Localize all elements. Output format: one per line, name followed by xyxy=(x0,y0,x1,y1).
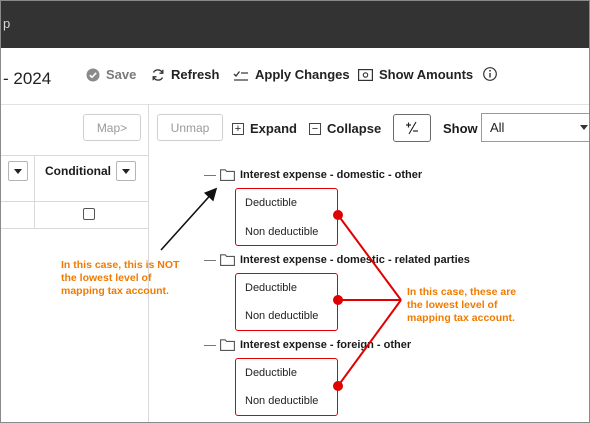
tree-node-label[interactable]: Interest expense - domestic - other xyxy=(240,169,422,181)
window-title: p xyxy=(3,16,11,31)
grid-header-bottom-border xyxy=(1,201,148,202)
show-filter-value: All xyxy=(490,120,505,135)
annotation-line: mapping tax account. xyxy=(407,312,515,324)
show-filter-select[interactable]: All xyxy=(481,113,589,142)
info-button[interactable] xyxy=(483,67,503,81)
show-amounts-label: Show Amounts xyxy=(379,67,474,82)
check-circle-icon xyxy=(86,68,100,81)
toggle-sign-button[interactable] xyxy=(393,114,431,142)
period-title: - 2024 xyxy=(3,69,52,88)
show-filter-label: Show xyxy=(443,121,478,136)
annotation-line: mapping tax account. xyxy=(61,285,169,297)
refresh-icon xyxy=(152,68,164,81)
refresh-label: Refresh xyxy=(171,67,220,82)
title-bar: p xyxy=(1,1,589,48)
tree-leaf-label[interactable]: Non deductible xyxy=(245,310,318,322)
chevron-down-icon xyxy=(580,125,588,130)
tree-connector xyxy=(204,260,216,261)
info-icon xyxy=(483,67,497,81)
grid-row-border xyxy=(1,228,148,229)
tree-connector xyxy=(204,345,216,346)
tree-leaf-label[interactable]: Non deductible xyxy=(245,226,318,238)
grid-column-separator xyxy=(34,156,35,228)
collapse-label: Collapse xyxy=(327,121,382,136)
tree-leaf-label[interactable]: Non deductible xyxy=(245,395,318,407)
conditional-checkbox[interactable] xyxy=(83,208,95,220)
expand-button[interactable]: + Expand xyxy=(232,121,297,136)
tree-leaf-label[interactable]: Deductible xyxy=(245,197,297,209)
minus-box-icon: − xyxy=(309,122,321,135)
amount-box-icon xyxy=(358,68,373,81)
unmap-button[interactable]: Unmap xyxy=(157,114,223,141)
annotation-line: the lowest level of xyxy=(61,272,152,284)
tree-leaf-label[interactable]: Deductible xyxy=(245,282,297,294)
grid-header-top-border xyxy=(1,155,148,156)
plus-minus-icon xyxy=(406,121,418,135)
tree-node-label[interactable]: Interest expense - domestic - related pa… xyxy=(240,254,470,266)
conditional-column-header: Conditional xyxy=(45,164,111,178)
show-amounts-button[interactable]: Show Amounts xyxy=(358,67,473,82)
plus-box-icon: + xyxy=(232,122,244,135)
apply-changes-label: Apply Changes xyxy=(255,67,350,82)
apply-changes-button[interactable]: Apply Changes xyxy=(233,67,350,82)
annotation-line: In this case, this is NOT xyxy=(61,259,180,271)
save-button[interactable]: Save xyxy=(86,67,136,82)
tree-node-label[interactable]: Interest expense - foreign - other xyxy=(240,339,411,351)
folder-icon xyxy=(220,169,235,181)
tree-leaf-label[interactable]: Deductible xyxy=(245,367,297,379)
tree-connector xyxy=(204,175,216,176)
collapse-button[interactable]: − Collapse xyxy=(309,121,381,136)
refresh-button[interactable]: Refresh xyxy=(151,67,219,82)
apply-check-list-icon xyxy=(233,70,248,81)
column-menu-button[interactable] xyxy=(8,161,28,181)
conditional-column-menu-button[interactable] xyxy=(116,161,136,181)
expand-label: Expand xyxy=(250,121,297,136)
app-window: p - 2024 Save Refresh Apply Changes Show… xyxy=(0,0,590,423)
folder-icon xyxy=(220,254,235,266)
map-button[interactable]: Map> xyxy=(83,114,141,141)
save-label: Save xyxy=(106,67,137,82)
black-pointer-arrow xyxy=(160,187,218,251)
annotation-line: the lowest level of xyxy=(407,299,498,311)
folder-icon xyxy=(220,339,235,351)
annotation-line: In this case, these are xyxy=(407,286,517,298)
annotation-not-lowest: In this case, this is NOT the lowest lev… xyxy=(61,259,179,298)
annotation-lowest: In this case, these are the lowest level… xyxy=(407,286,516,325)
